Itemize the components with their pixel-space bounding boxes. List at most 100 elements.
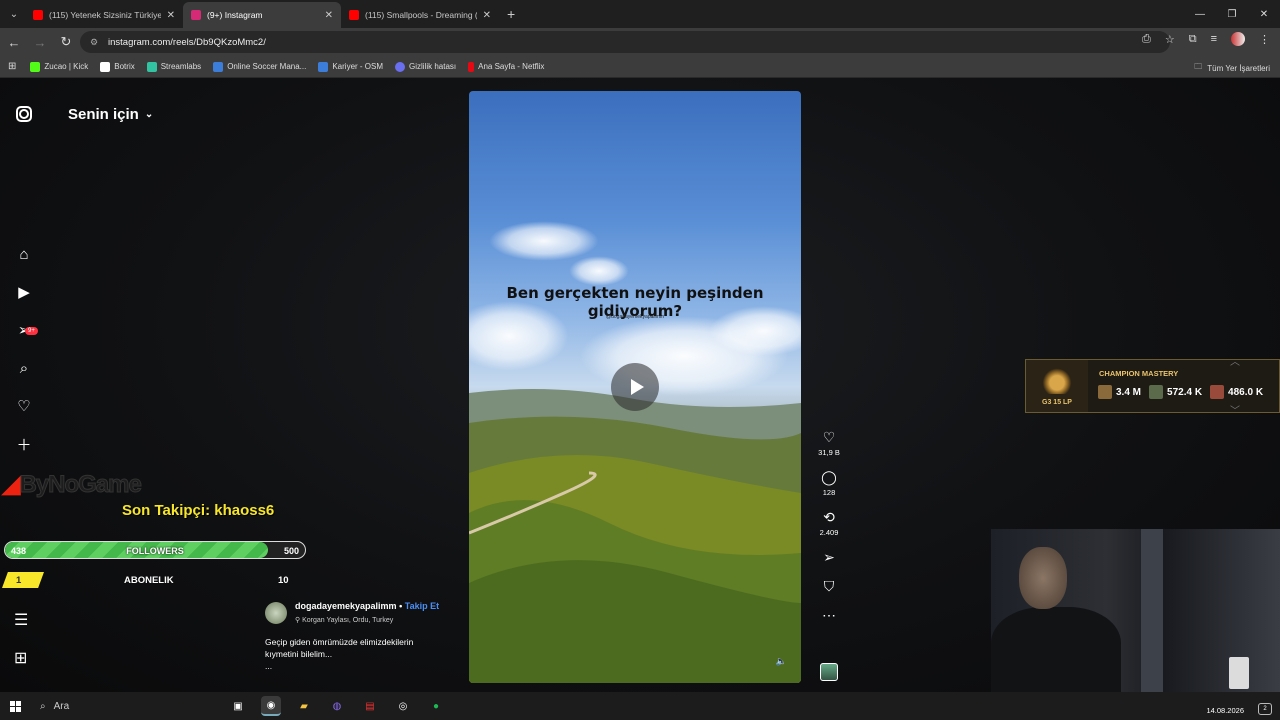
- media-control-icon[interactable]: ≡: [1211, 33, 1217, 45]
- all-bookmarks[interactable]: 🗀 Tüm Yer İşaretleri: [1194, 61, 1270, 75]
- toolbar-right: ⎙ ☆ ⧉ ≡ ⋮: [1142, 32, 1270, 46]
- heart-icon[interactable]: ♡: [14, 396, 34, 416]
- task-view-icon[interactable]: ▣: [228, 696, 248, 716]
- youtube-icon: [349, 10, 359, 20]
- caption-line: Geçip giden ömrümüzde elimizdekilerin: [265, 637, 414, 647]
- browser-menu-icon[interactable]: ⋮: [1259, 33, 1270, 46]
- file-explorer-icon[interactable]: ▰: [294, 696, 314, 716]
- bookmark-6[interactable]: Ana Sayfa - Netflix: [468, 61, 544, 72]
- profile-avatar[interactable]: [1231, 32, 1245, 46]
- more-apps-icon[interactable]: ⊞: [14, 648, 28, 668]
- champion-portrait-icon: [1098, 385, 1112, 399]
- tab-instagram[interactable]: (9+) Instagram ✕: [183, 2, 341, 28]
- rank-text: G3 15 LP: [1042, 399, 1072, 406]
- app-red-icon[interactable]: ▤: [360, 696, 380, 716]
- follow-button[interactable]: Takip Et: [405, 601, 439, 611]
- repost-icon: ⟲: [823, 509, 835, 525]
- like-action[interactable]: ♡ 31,9 B: [818, 428, 840, 457]
- more-icon: ⋯: [822, 607, 836, 623]
- repost-action[interactable]: ⟲ 2.409: [820, 508, 839, 537]
- direct-messages-icon[interactable]: ➢ 9+: [14, 320, 38, 340]
- chrome-icon[interactable]: ◉: [261, 696, 281, 716]
- followers-label: FOLLOWERS: [126, 546, 184, 556]
- search-icon[interactable]: ⌕: [14, 358, 34, 378]
- home-icon[interactable]: ⌂: [14, 244, 34, 264]
- bookmark-label: Online Soccer Mana...: [227, 62, 307, 71]
- instagram-logo-icon[interactable]: [16, 106, 32, 122]
- bookmark-5[interactable]: Gizlilik hatası: [395, 61, 457, 72]
- repost-count: 2.409: [819, 528, 839, 537]
- streamlabs-icon: [146, 61, 157, 72]
- next-reel-icon[interactable]: ﹀: [1222, 402, 1248, 417]
- save-action[interactable]: ⛉: [824, 577, 835, 595]
- forward-button[interactable]: →: [28, 30, 52, 54]
- followers-goal-bar: 438 FOLLOWERS 500: [4, 541, 306, 559]
- bynogame-mark-icon: ◢: [2, 471, 20, 498]
- audio-thumbnail[interactable]: [820, 663, 838, 681]
- reels-icon[interactable]: ▶: [14, 282, 34, 302]
- bookmark-label: Zucao | Kick: [44, 62, 89, 71]
- back-button[interactable]: ←: [2, 30, 26, 54]
- share-icon: ➢: [823, 549, 835, 565]
- obs-icon[interactable]: ◎: [393, 696, 413, 716]
- location-line[interactable]: ⚲ Korgan Yaylası, Ordu, Turkey: [295, 616, 393, 624]
- url-field[interactable]: ⚙ instagram.com/reels/Db9QKzoMmc2/: [80, 31, 1170, 53]
- more-action[interactable]: ⋯: [822, 606, 836, 624]
- tab-youtube-2[interactable]: (115) Smallpools - Dreaming (O ✕: [341, 2, 499, 28]
- notification-count[interactable]: 2: [1258, 703, 1272, 715]
- bookmark-label: Botrix: [114, 62, 135, 71]
- bookmark-star-icon[interactable]: ☆: [1165, 33, 1175, 46]
- bookmark-3[interactable]: Online Soccer Mana...: [213, 61, 307, 72]
- create-icon[interactable]: ＋: [14, 434, 34, 454]
- feed-selector[interactable]: Senin için ⌄: [68, 106, 153, 123]
- install-app-icon[interactable]: ⎙: [1142, 33, 1151, 46]
- close-tab-icon[interactable]: ✕: [483, 10, 491, 21]
- reel-watermark: @dogadayemekyapalimm: [606, 314, 664, 320]
- bookmark-2[interactable]: Streamlabs: [146, 61, 201, 72]
- bookmark-4[interactable]: Kariyer - OSM: [318, 61, 384, 72]
- app-icon[interactable]: ◍: [327, 696, 347, 716]
- site-info-icon[interactable]: ⚙: [90, 37, 100, 47]
- extensions-icon[interactable]: ⧉: [1189, 33, 1197, 46]
- followers-goal: 500: [283, 546, 299, 556]
- taskbar-search[interactable]: ⌕ Ara: [34, 695, 224, 717]
- reel-video[interactable]: Ben gerçekten neyin peşinden gidiyorum? …: [469, 91, 801, 683]
- previous-reel-icon[interactable]: ︿: [1222, 353, 1248, 368]
- start-button[interactable]: [0, 692, 30, 720]
- windows-taskbar: ⌕ Ara ▣ ◉ ▰ ◍ ▤ ◎ ● 14.08.2026 2: [0, 692, 1280, 720]
- subscription-progress-fill: [2, 572, 44, 588]
- author-avatar[interactable]: [265, 602, 287, 624]
- location-text: Korgan Yaylası, Ordu, Turkey: [302, 617, 394, 624]
- close-tab-icon[interactable]: ✕: [167, 10, 175, 21]
- play-button[interactable]: [611, 363, 659, 411]
- champion-portrait-icon: [1149, 385, 1164, 399]
- mastery-value: 3.4 M: [1116, 386, 1142, 398]
- comment-action[interactable]: ◯ 128: [821, 468, 837, 497]
- apps-grid-icon[interactable]: ⊞: [8, 61, 16, 72]
- volume-icon[interactable]: 🔈: [776, 656, 787, 667]
- reload-button[interactable]: ↻: [54, 30, 78, 54]
- minimize-button[interactable]: —: [1184, 0, 1216, 28]
- separator-dot: •: [399, 601, 403, 611]
- folder-icon: 🗀: [1194, 62, 1203, 71]
- close-window-button[interactable]: ✕: [1248, 0, 1280, 28]
- new-tab-button[interactable]: +: [507, 6, 515, 22]
- menu-icon[interactable]: ☰: [14, 610, 28, 630]
- close-tab-icon[interactable]: ✕: [325, 10, 333, 21]
- spotify-icon[interactable]: ●: [426, 696, 446, 716]
- like-count: 31,9 B: [818, 448, 840, 457]
- share-action[interactable]: ➢: [823, 548, 835, 566]
- reel-caption[interactable]: Geçip giden ömrümüzde elimizdekilerin kı…: [265, 636, 455, 672]
- taskbar-date[interactable]: 14.08.2026: [1206, 706, 1244, 715]
- rank-wings-icon: [1040, 366, 1074, 394]
- restore-button[interactable]: ❐: [1216, 0, 1248, 28]
- bookmark-label: Gizlilik hatası: [409, 62, 457, 71]
- author-username[interactable]: dogadayemekyapalimm: [295, 601, 397, 611]
- bookmark-label: Kariyer - OSM: [332, 62, 384, 71]
- tab-title: (115) Smallpools - Dreaming (O: [365, 10, 477, 20]
- bookmark-0[interactable]: Zucao | Kick: [30, 61, 89, 72]
- youtube-icon: [33, 10, 43, 20]
- tab-search-button[interactable]: ⌄: [3, 3, 25, 25]
- tab-youtube-1[interactable]: (115) Yetenek Sizsiniz Türkiye'nin ✕: [25, 2, 183, 28]
- bookmark-1[interactable]: Botrix: [100, 61, 135, 72]
